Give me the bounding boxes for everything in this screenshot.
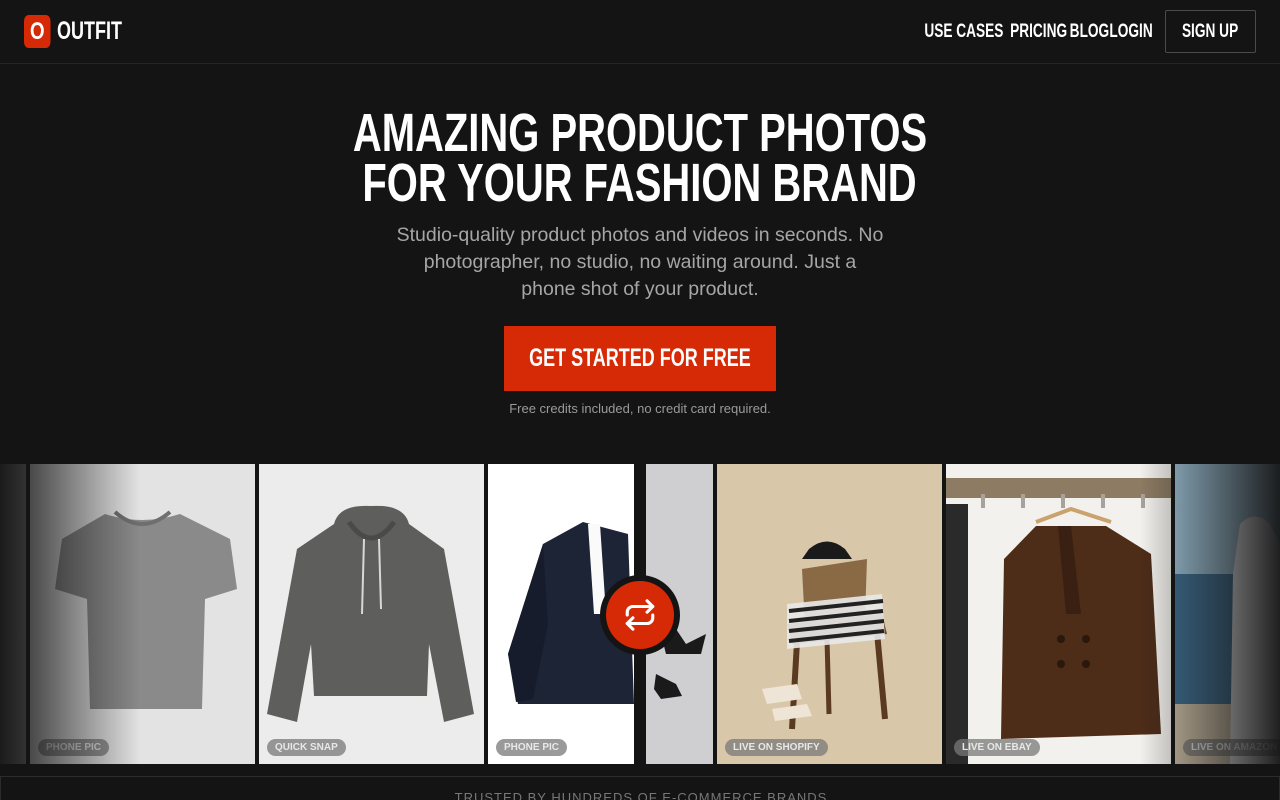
gallery-tile-tshirt: PHONE PIC	[30, 464, 255, 764]
hero-subtitle: Studio-quality product photos and videos…	[396, 224, 884, 300]
trusted-bar: TRUSTED BY HUNDREDS OF E-COMMERCE BRANDS	[0, 776, 1280, 800]
brand-logo[interactable]: O OUTFIT	[24, 15, 147, 48]
tile-badge: QUICK SNAP	[267, 739, 346, 756]
swap-toggle-button[interactable]	[600, 575, 680, 655]
brown-blazer-image	[946, 478, 1171, 764]
nav-blog[interactable]: BLOG	[1070, 21, 1110, 43]
gallery-tile-chair: LIVE ON SHOPIFY	[717, 464, 942, 764]
beach-image	[1175, 464, 1280, 764]
logo-mark: O	[24, 15, 51, 48]
hero-title-line2: FOR YOUR FASHION BRAND	[362, 153, 918, 213]
swap-arrows-icon	[606, 581, 674, 649]
hero-title: AMAZING PRODUCT PHOTOS FOR YOUR FASHION …	[0, 103, 1280, 213]
gallery-tile-hoodie: QUICK SNAP	[259, 464, 484, 764]
gallery-tile-beach: LIVE ON AMAZON	[1175, 464, 1280, 764]
nav-pricing[interactable]: PRICING	[1010, 21, 1067, 43]
signup-button[interactable]: SIGN UP	[1165, 10, 1256, 53]
main-nav: USE CASES PRICING BLOG LOGIN SIGN UP	[917, 10, 1256, 53]
nav-login[interactable]: LOGIN	[1109, 21, 1152, 43]
site-header: O OUTFIT USE CASES PRICING BLOG LOGIN SI…	[0, 0, 1280, 64]
tshirt-image	[55, 510, 237, 709]
nav-use-cases[interactable]: USE CASES	[924, 21, 1003, 43]
brand-name: OUTFIT	[57, 17, 122, 45]
gallery-tile-brown-blazer: LIVE ON EBAY	[946, 464, 1171, 764]
get-started-button[interactable]: GET STARTED FOR FREE	[504, 326, 776, 391]
product-gallery: PHONE PIC QUICK SNAP PHONE PIC LIVE ON S…	[0, 464, 1280, 764]
gallery-tile-edge	[0, 464, 26, 764]
tile-badge: LIVE ON EBAY	[954, 739, 1040, 756]
cta-note: Free credits included, no credit card re…	[509, 401, 771, 416]
hoodie-image	[267, 505, 474, 722]
tile-badge: PHONE PIC	[496, 739, 568, 756]
trusted-text: TRUSTED BY HUNDREDS OF E-COMMERCE BRANDS	[454, 790, 828, 800]
tile-badge: LIVE ON AMAZON	[1183, 739, 1280, 756]
tile-badge: LIVE ON SHOPIFY	[725, 739, 828, 756]
hero-title-line1: AMAZING PRODUCT PHOTOS	[352, 103, 928, 163]
get-started-label: GET STARTED FOR FREE	[529, 344, 751, 372]
signup-label: SIGN UP	[1182, 20, 1239, 42]
chair-image	[762, 541, 888, 730]
tile-badge: PHONE PIC	[38, 739, 110, 756]
